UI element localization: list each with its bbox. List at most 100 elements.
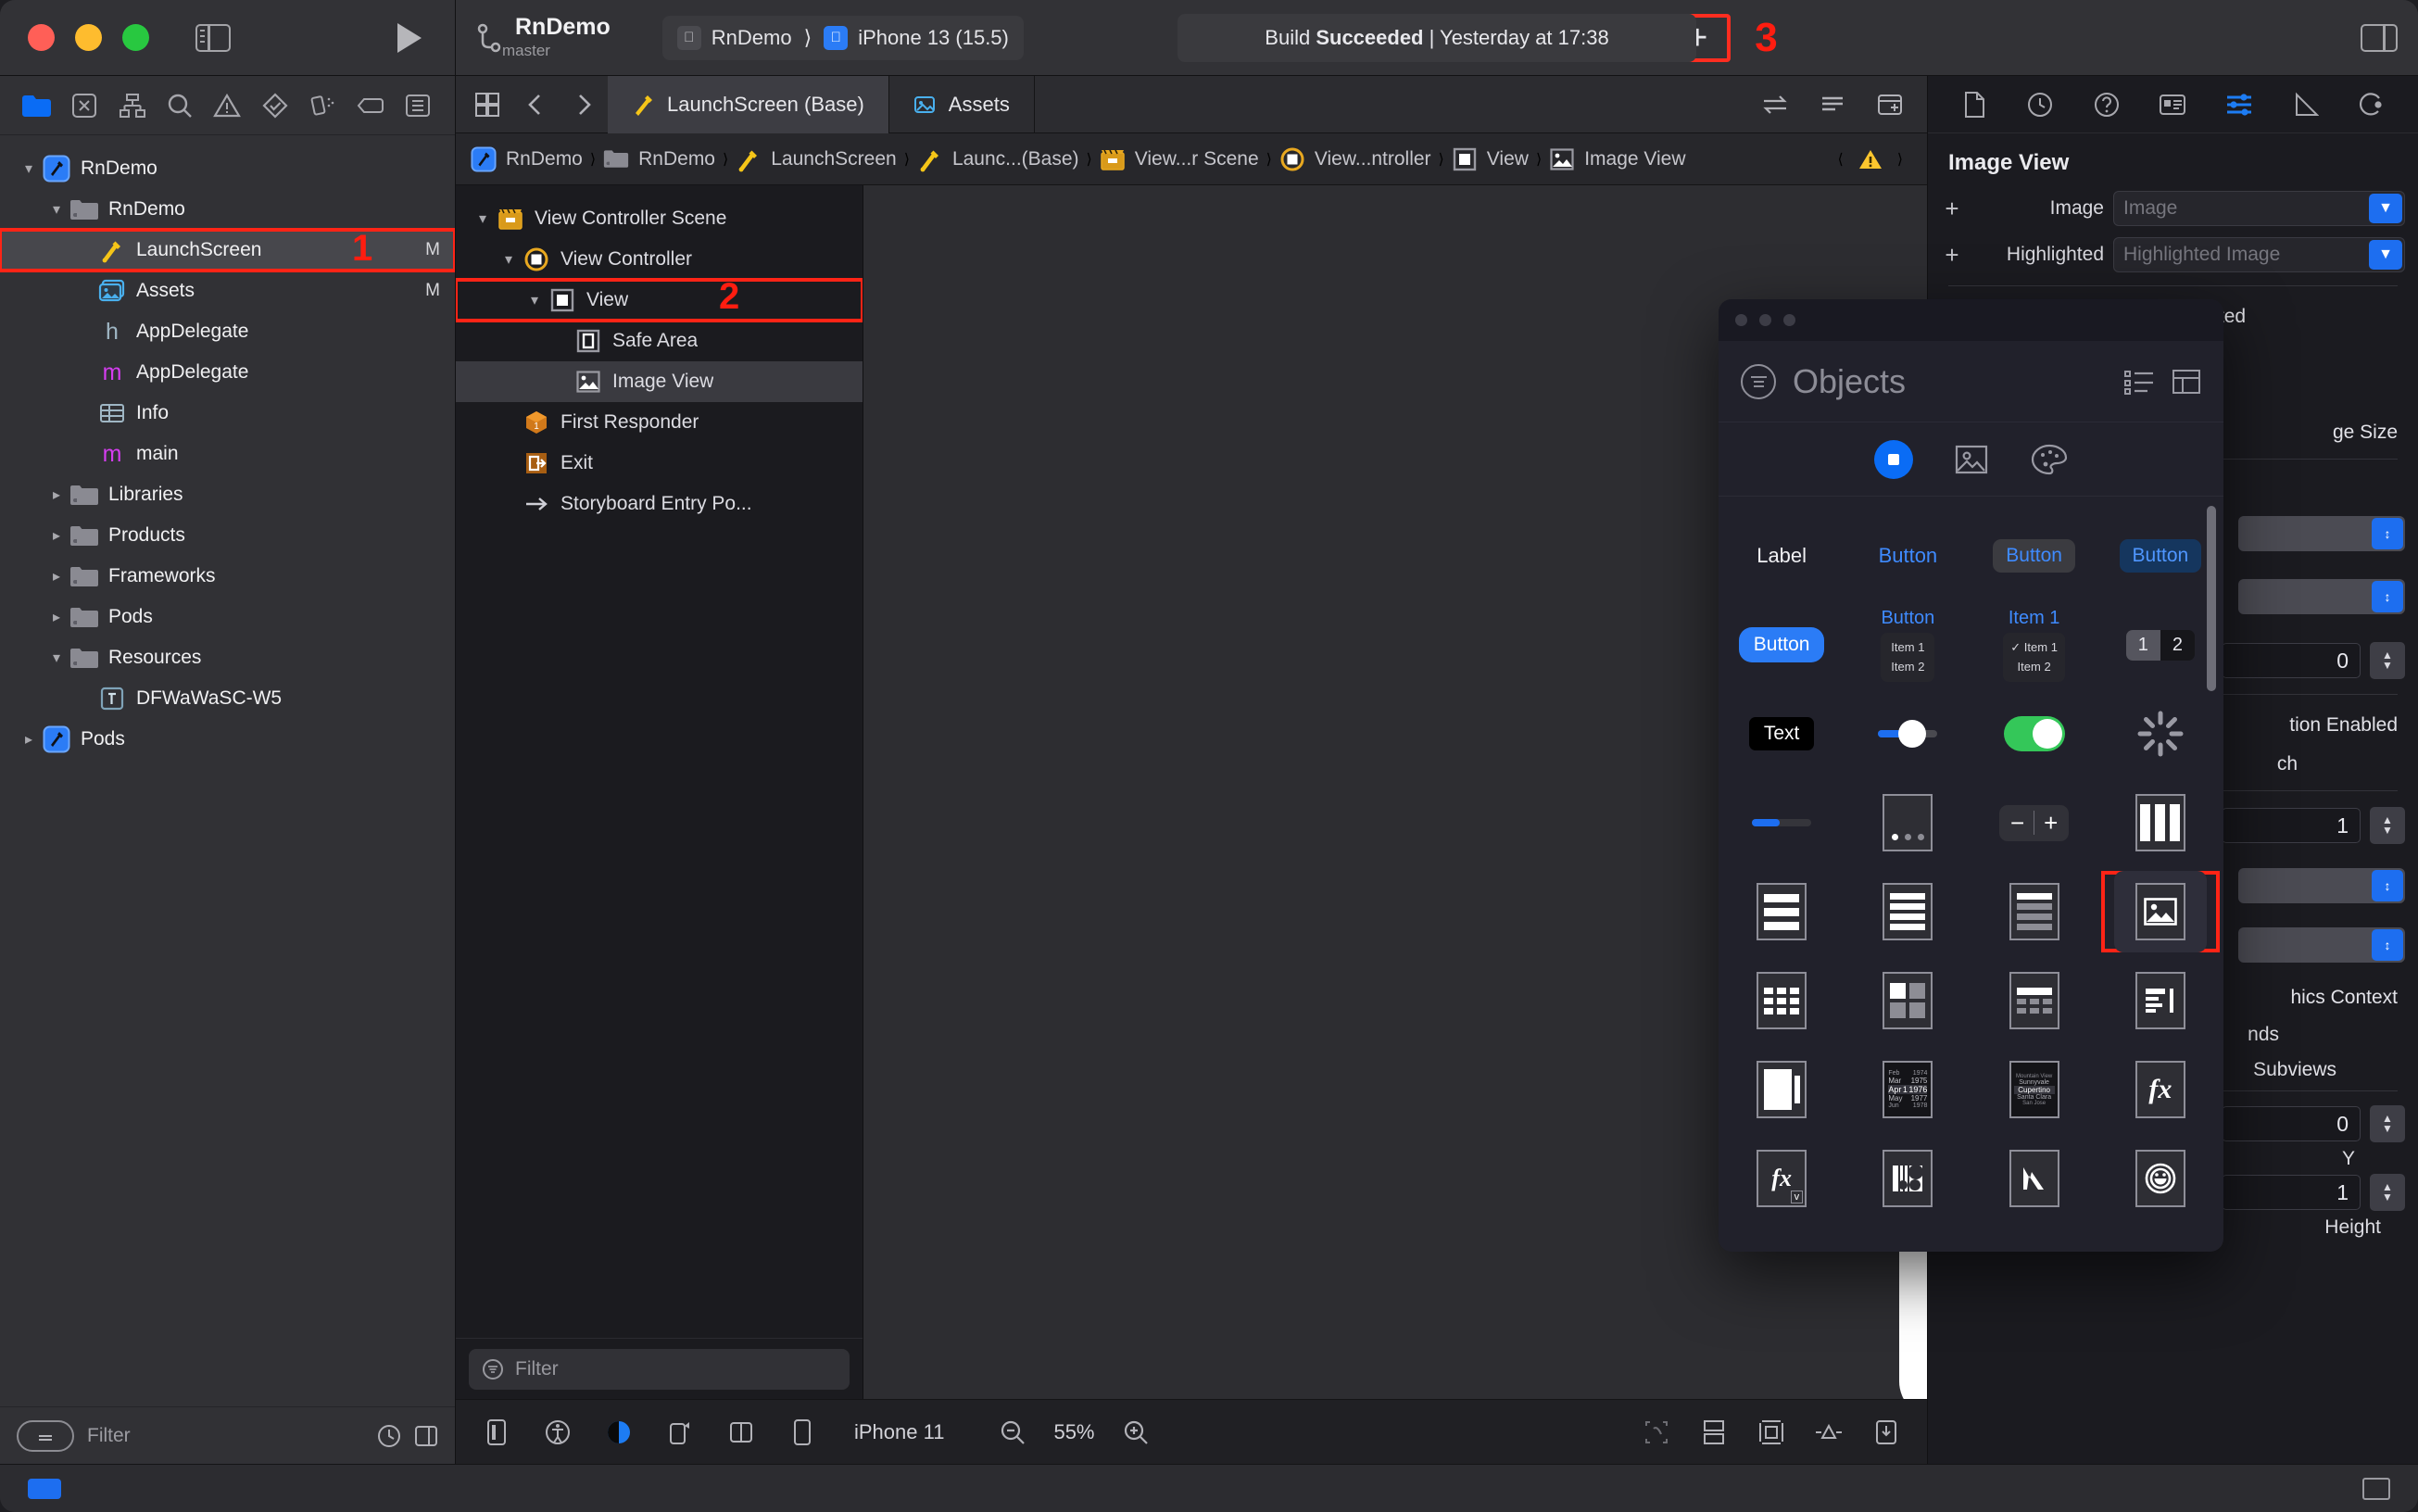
- jumpbar-item-launc-base-[interactable]: Launc...(Base): [917, 146, 1079, 172]
- align-icon[interactable]: [1751, 1412, 1792, 1453]
- library-item-visual-effect-view[interactable]: [1845, 1134, 1971, 1223]
- tab-assets[interactable]: Assets: [889, 75, 1035, 133]
- library-item-popup-button[interactable]: Item 1 ✓ Item 1 Item 2: [1971, 600, 2097, 689]
- file-inspector-icon[interactable]: [1950, 83, 1998, 126]
- editor-jumpbar[interactable]: RnDemo ⟩ RnDemo ⟩ LaunchScreen ⟩ Launc...(Base…: [456, 133, 1927, 185]
- stepper-chevrons-icon[interactable]: ↕: [2372, 870, 2403, 901]
- library-grid[interactable]: Label Button Button Button Button Button…: [1719, 511, 2223, 1223]
- jumpbar-item-view-ntroller[interactable]: View...ntroller: [1279, 146, 1431, 172]
- quick-help-icon[interactable]: [2083, 83, 2131, 126]
- stepper-icon[interactable]: ▲ ▼: [2370, 1105, 2405, 1142]
- outline-item-image-view[interactable]: Image View: [456, 361, 863, 402]
- folder-icon[interactable]: [13, 84, 60, 127]
- close-button[interactable]: [28, 24, 55, 51]
- library-item-collection-reusable-view[interactable]: [1971, 956, 2097, 1045]
- outline-tree[interactable]: ▾ View Controller Scene ▾ View Controller ▾ V…: [456, 185, 863, 1338]
- library-item-scroll-view[interactable]: [1719, 1045, 1845, 1134]
- disclosure-triangle-icon[interactable]: ▾: [44, 200, 69, 219]
- nav-item-pods[interactable]: ▸ Pods: [0, 597, 455, 637]
- stepper-icon[interactable]: ▲ ▼: [2370, 1174, 2405, 1211]
- navigate-back-icon[interactable]: [511, 84, 560, 125]
- activity-status-bar[interactable]: Build Succeeded | Yesterday at 17:38: [1178, 13, 1696, 62]
- split-view-icon[interactable]: [721, 1412, 762, 1453]
- jumpbar-prev-icon[interactable]: ⟨: [1838, 150, 1844, 169]
- library-item-switch[interactable]: [1971, 689, 2097, 778]
- stepper-icon[interactable]: ▲ ▼: [2370, 807, 2405, 844]
- library-item-progress-view[interactable]: [1719, 778, 1845, 867]
- nav-item-resources[interactable]: ▾ Resources: [0, 637, 455, 678]
- inspector-highlighted-row[interactable]: + Highlighted Highlighted Image ▼: [1928, 232, 2418, 278]
- numeric-field[interactable]: 0: [2222, 643, 2361, 678]
- editor-tabbar-right[interactable]: [1751, 84, 1927, 125]
- device-picker-icon[interactable]: [782, 1412, 823, 1453]
- stepper-chevrons-icon[interactable]: ↕: [2372, 518, 2403, 549]
- tab-launchscreen[interactable]: LaunchScreen (Base): [608, 75, 889, 133]
- canvas-zoom-level[interactable]: 55%: [1053, 1420, 1094, 1444]
- library-item-image-view[interactable]: [2097, 867, 2223, 956]
- tab-overview-icon[interactable]: [463, 84, 511, 125]
- embed-in-icon[interactable]: [1694, 1412, 1734, 1453]
- library-item-collection-view-cell[interactable]: [1845, 956, 1971, 1045]
- warning-icon[interactable]: [1858, 148, 1883, 170]
- run-button[interactable]: [397, 22, 422, 53]
- zoom-in-icon[interactable]: [1115, 1412, 1156, 1453]
- disclosure-triangle-icon[interactable]: ▾: [17, 159, 41, 178]
- report-icon[interactable]: [395, 84, 442, 127]
- close-button[interactable]: [1735, 314, 1747, 326]
- source-control-icon[interactable]: [60, 84, 107, 127]
- library-item-picker-view[interactable]: Mountain View Sunnyvale Cupertino Santa …: [1971, 1045, 2097, 1134]
- objects-tab-icon[interactable]: [1873, 439, 1913, 479]
- toggle-inspector-icon[interactable]: [2360, 23, 2398, 52]
- library-item-pulldown-button[interactable]: Button Item 1 Item 2: [1845, 600, 1971, 689]
- library-item-date-picker[interactable]: Feb 1974 Mar 1975 Apr 1 1976 May 1977 Jun 1978: [1845, 1045, 1971, 1134]
- chevron-down-icon[interactable]: ▼: [2369, 194, 2402, 223]
- minimize-button[interactable]: [1759, 314, 1771, 326]
- add-constraints-icon[interactable]: [1808, 1412, 1849, 1453]
- library-item-visual-effect-fx[interactable]: fx: [2097, 1045, 2223, 1134]
- nav-item-appdelegate[interactable]: h AppDelegate: [0, 311, 455, 352]
- accessibility-icon[interactable]: [537, 1412, 578, 1453]
- search-icon[interactable]: [156, 84, 203, 127]
- library-item-activity-indicator[interactable]: [2097, 689, 2223, 778]
- popup-field[interactable]: ↕: [2238, 516, 2405, 551]
- disclosure-triangle-icon[interactable]: ▾: [497, 250, 521, 269]
- zoom-button[interactable]: [122, 24, 149, 51]
- canvas-bottom-right-icons[interactable]: [1636, 1412, 1907, 1453]
- jumpbar-item-launchscreen[interactable]: LaunchScreen: [736, 146, 897, 172]
- library-item-button-gray[interactable]: Button: [1971, 511, 2097, 600]
- nav-item-libraries[interactable]: ▸ Libraries: [0, 474, 455, 515]
- disclosure-triangle-icon[interactable]: ▸: [44, 567, 69, 586]
- disclosure-triangle-icon[interactable]: ▸: [17, 730, 41, 749]
- nav-item-dfwawasc-w5[interactable]: DFWaWaSC-W5: [0, 678, 455, 719]
- navigator-filter-bar[interactable]: Filter: [0, 1406, 455, 1464]
- disclosure-triangle-icon[interactable]: ▾: [44, 649, 69, 667]
- nav-item-assets[interactable]: Assets M: [0, 271, 455, 311]
- attributes-inspector-icon[interactable]: [2215, 83, 2263, 126]
- swap-editor-icon[interactable]: [1751, 84, 1799, 125]
- library-item-stepper[interactable]: − +: [1971, 778, 2097, 867]
- library-item-button-tinted[interactable]: Button: [2097, 511, 2223, 600]
- add-variation-icon[interactable]: +: [1941, 195, 1963, 223]
- inspector-image-row[interactable]: + Image Image ▼: [1928, 185, 2418, 232]
- stepper-icon[interactable]: ▲ ▼: [2370, 642, 2405, 679]
- library-item-button-plain[interactable]: Button: [1845, 511, 1971, 600]
- library-item-text-view[interactable]: [2097, 956, 2223, 1045]
- numeric-field[interactable]: 1: [2222, 808, 2361, 843]
- library-item-textfield[interactable]: Text: [1719, 689, 1845, 778]
- disclosure-triangle-icon[interactable]: ▸: [44, 526, 69, 545]
- outline-item-exit[interactable]: Exit: [456, 443, 863, 484]
- disclosure-triangle-icon[interactable]: ▸: [44, 608, 69, 626]
- resolve-issues-icon[interactable]: [1866, 1412, 1907, 1453]
- library-view-modes[interactable]: [2123, 368, 2201, 396]
- library-items-grid[interactable]: Label Button Button Button Button Button…: [1719, 497, 2223, 1252]
- library-item-stack-view-horizontal[interactable]: [2097, 778, 2223, 867]
- orientation-icon[interactable]: [660, 1412, 700, 1453]
- disclosure-triangle-icon[interactable]: ▸: [44, 485, 69, 504]
- stepper-chevrons-icon[interactable]: ↕: [2372, 929, 2403, 961]
- library-item-table-view-cell[interactable]: [1845, 867, 1971, 956]
- library-item-table-view[interactable]: [1719, 867, 1845, 956]
- library-filter-icon[interactable]: [1741, 363, 1776, 399]
- zoom-button[interactable]: [1783, 314, 1795, 326]
- hierarchy-icon[interactable]: [108, 84, 156, 127]
- nav-item-launchscreen[interactable]: LaunchScreen M 1: [0, 228, 455, 272]
